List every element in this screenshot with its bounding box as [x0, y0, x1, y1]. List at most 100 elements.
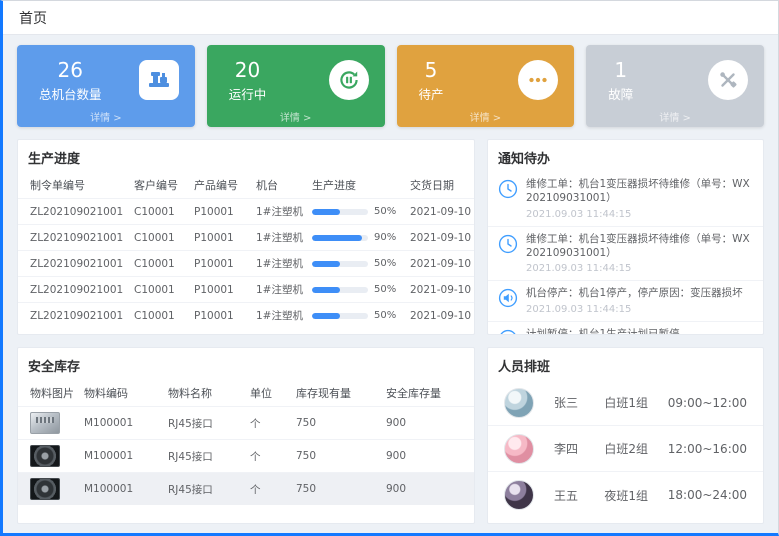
customer-no: C10001	[134, 206, 175, 218]
person-time: 18:00~24:00	[668, 488, 747, 502]
inventory-row: M100001 RJ45接口 个 750 900	[18, 407, 475, 440]
product-no: P10001	[194, 206, 234, 218]
clock-icon	[498, 234, 518, 254]
progress-bar-fill	[312, 209, 340, 215]
progress-percent: 50%	[374, 284, 396, 295]
schedule-row: 张三 白班1组 09:00~12:00	[488, 380, 763, 426]
stats-row: 26 总机台数量 详情 > 20 运行中 详情 >	[17, 45, 764, 127]
person-name: 张三	[554, 394, 604, 411]
speaker-icon	[498, 288, 518, 308]
safety-stock: 900	[386, 483, 406, 495]
notice-time: 2021.09.03 11:44:15	[526, 209, 753, 220]
material-code: M100001	[84, 417, 133, 429]
panel-title: 生产进度	[18, 140, 474, 172]
progress-percent: 50%	[374, 310, 396, 321]
stat-card-pending[interactable]: 5 待产 详情 >	[397, 45, 575, 127]
progress-bar	[312, 235, 368, 241]
material-photo-speaker	[30, 445, 60, 467]
breadcrumb-home[interactable]: 首页	[19, 8, 47, 28]
stat-value: 20	[235, 58, 260, 82]
panel-title: 通知待办	[488, 140, 763, 172]
notice-item[interactable]: 计划暂停：机台1生产计划已暂停 2021.09.03 11:44:15	[488, 322, 763, 335]
material-name: RJ45接口	[168, 484, 213, 496]
progress-bar	[312, 209, 368, 215]
order-no: ZL202109021001	[30, 206, 123, 218]
production-row: ZL202109021001 C10001 P10001 1#注塑机 50% 2…	[18, 277, 475, 303]
col-header: 交货日期	[406, 172, 475, 199]
notice-text: 维修工单：机台1变压器损坏待维修（单号：WX202109031001）	[526, 178, 753, 206]
bottom-row: 安全库存 物料图片 物料编码 物料名称 单位 库存现有量 安全库存量	[17, 347, 764, 524]
person-shift: 白班2组	[604, 440, 667, 457]
stat-card-running[interactable]: 20 运行中 详情 >	[207, 45, 385, 127]
inventory-table: 物料图片 物料编码 物料名称 单位 库存现有量 安全库存量 M100001 R	[18, 380, 475, 505]
progress-bar	[312, 313, 368, 319]
notice-item[interactable]: 维修工单：机台1变压器损坏待维修（单号：WX202109031001） 2021…	[488, 227, 763, 282]
middle-row: 生产进度 制令单编号 客户编号 产品编号 机台 生产进度 交货日期	[17, 139, 764, 335]
col-header: 安全库存量	[382, 380, 475, 407]
product-no: P10001	[194, 310, 234, 322]
material-unit: 个	[250, 484, 261, 496]
material-unit: 个	[250, 418, 261, 430]
material-photo-speaker	[30, 478, 60, 500]
production-row: ZL202109021001 C10001 P10001 1#注塑机 50% 2…	[18, 303, 475, 329]
production-progress-panel: 生产进度 制令单编号 客户编号 产品编号 机台 生产进度 交货日期	[17, 139, 475, 335]
material-photo-rj45	[30, 412, 60, 434]
stat-label: 总机台数量	[39, 84, 102, 103]
stock-on-hand: 750	[296, 483, 316, 495]
stock-on-hand: 750	[296, 450, 316, 462]
production-row: ZL202109021001 C10001 P10001 1#注塑机 90% 2…	[18, 225, 475, 251]
notice-time: 2021.09.03 11:44:15	[526, 263, 753, 274]
order-no: ZL202109021001	[30, 232, 123, 244]
stat-card-total-machines[interactable]: 26 总机台数量 详情 >	[17, 45, 195, 127]
notice-text: 机台停产：机台1停产，停产原因：变压器损坏	[526, 287, 743, 301]
panel-title: 人员排班	[488, 348, 763, 380]
notice-item[interactable]: 机台停产：机台1停产，停产原因：变压器损坏 2021.09.03 11:44:1…	[488, 281, 763, 322]
delivery-date: 2021-09-10	[410, 232, 471, 244]
machine-name: 1#注塑机	[256, 310, 303, 322]
production-table: 制令单编号 客户编号 产品编号 机台 生产进度 交货日期 ZL202109021…	[18, 172, 475, 328]
person-name: 李四	[554, 440, 604, 457]
stat-card-fault[interactable]: 1 故障 详情 >	[586, 45, 764, 127]
col-header: 库存现有量	[292, 380, 382, 407]
stat-value: 5	[425, 58, 438, 82]
detail-link[interactable]: 详情 >	[17, 109, 195, 124]
delivery-date: 2021-09-10	[410, 206, 471, 218]
stat-label: 运行中	[229, 84, 267, 103]
progress-bar-fill	[312, 235, 362, 241]
machine-name: 1#注塑机	[256, 258, 303, 270]
col-header: 单位	[246, 380, 292, 407]
avatar	[504, 480, 534, 510]
col-header: 产品编号	[190, 172, 252, 199]
notice-text: 维修工单：机台1变压器损坏待维修（单号：WX202109031001）	[526, 233, 753, 261]
staff-schedule-panel: 人员排班 张三 白班1组 09:00~12:00 李四 白班2组 12:00~1…	[487, 347, 764, 524]
notice-item[interactable]: 维修工单：机台1变压器损坏待维修（单号：WX202109031001） 2021…	[488, 172, 763, 227]
stock-on-hand: 750	[296, 417, 316, 429]
person-shift: 夜班1组	[604, 487, 667, 504]
production-row: ZL202109021001 C10001 P10001 1#注塑机 50% 2…	[18, 199, 475, 225]
person-shift: 白班1组	[604, 394, 667, 411]
progress-bar-fill	[312, 287, 340, 293]
safety-stock: 900	[386, 450, 406, 462]
product-no: P10001	[194, 258, 234, 270]
clock-icon	[498, 179, 518, 199]
notice-time: 2021.09.03 11:44:15	[526, 304, 743, 315]
progress-bar-fill	[312, 313, 340, 319]
col-header: 生产进度	[308, 172, 406, 199]
progress-bar-fill	[312, 261, 340, 267]
order-no: ZL202109021001	[30, 310, 123, 322]
fault-tools-icon	[708, 60, 748, 100]
detail-link[interactable]: 详情 >	[397, 109, 575, 124]
detail-link[interactable]: 详情 >	[207, 109, 385, 124]
table-header-row: 物料图片 物料编码 物料名称 单位 库存现有量 安全库存量	[18, 380, 475, 407]
machine-name: 1#注塑机	[256, 232, 303, 244]
detail-link[interactable]: 详情 >	[586, 109, 764, 124]
stat-value: 26	[58, 58, 83, 82]
avatar	[504, 388, 534, 418]
content-area: 26 总机台数量 详情 > 20 运行中 详情 >	[3, 35, 778, 534]
customer-no: C10001	[134, 232, 175, 244]
customer-no: C10001	[134, 258, 175, 270]
machine-icon	[139, 60, 179, 100]
order-no: ZL202109021001	[30, 258, 123, 270]
pending-ellipsis-icon	[518, 60, 558, 100]
col-header: 机台	[252, 172, 308, 199]
